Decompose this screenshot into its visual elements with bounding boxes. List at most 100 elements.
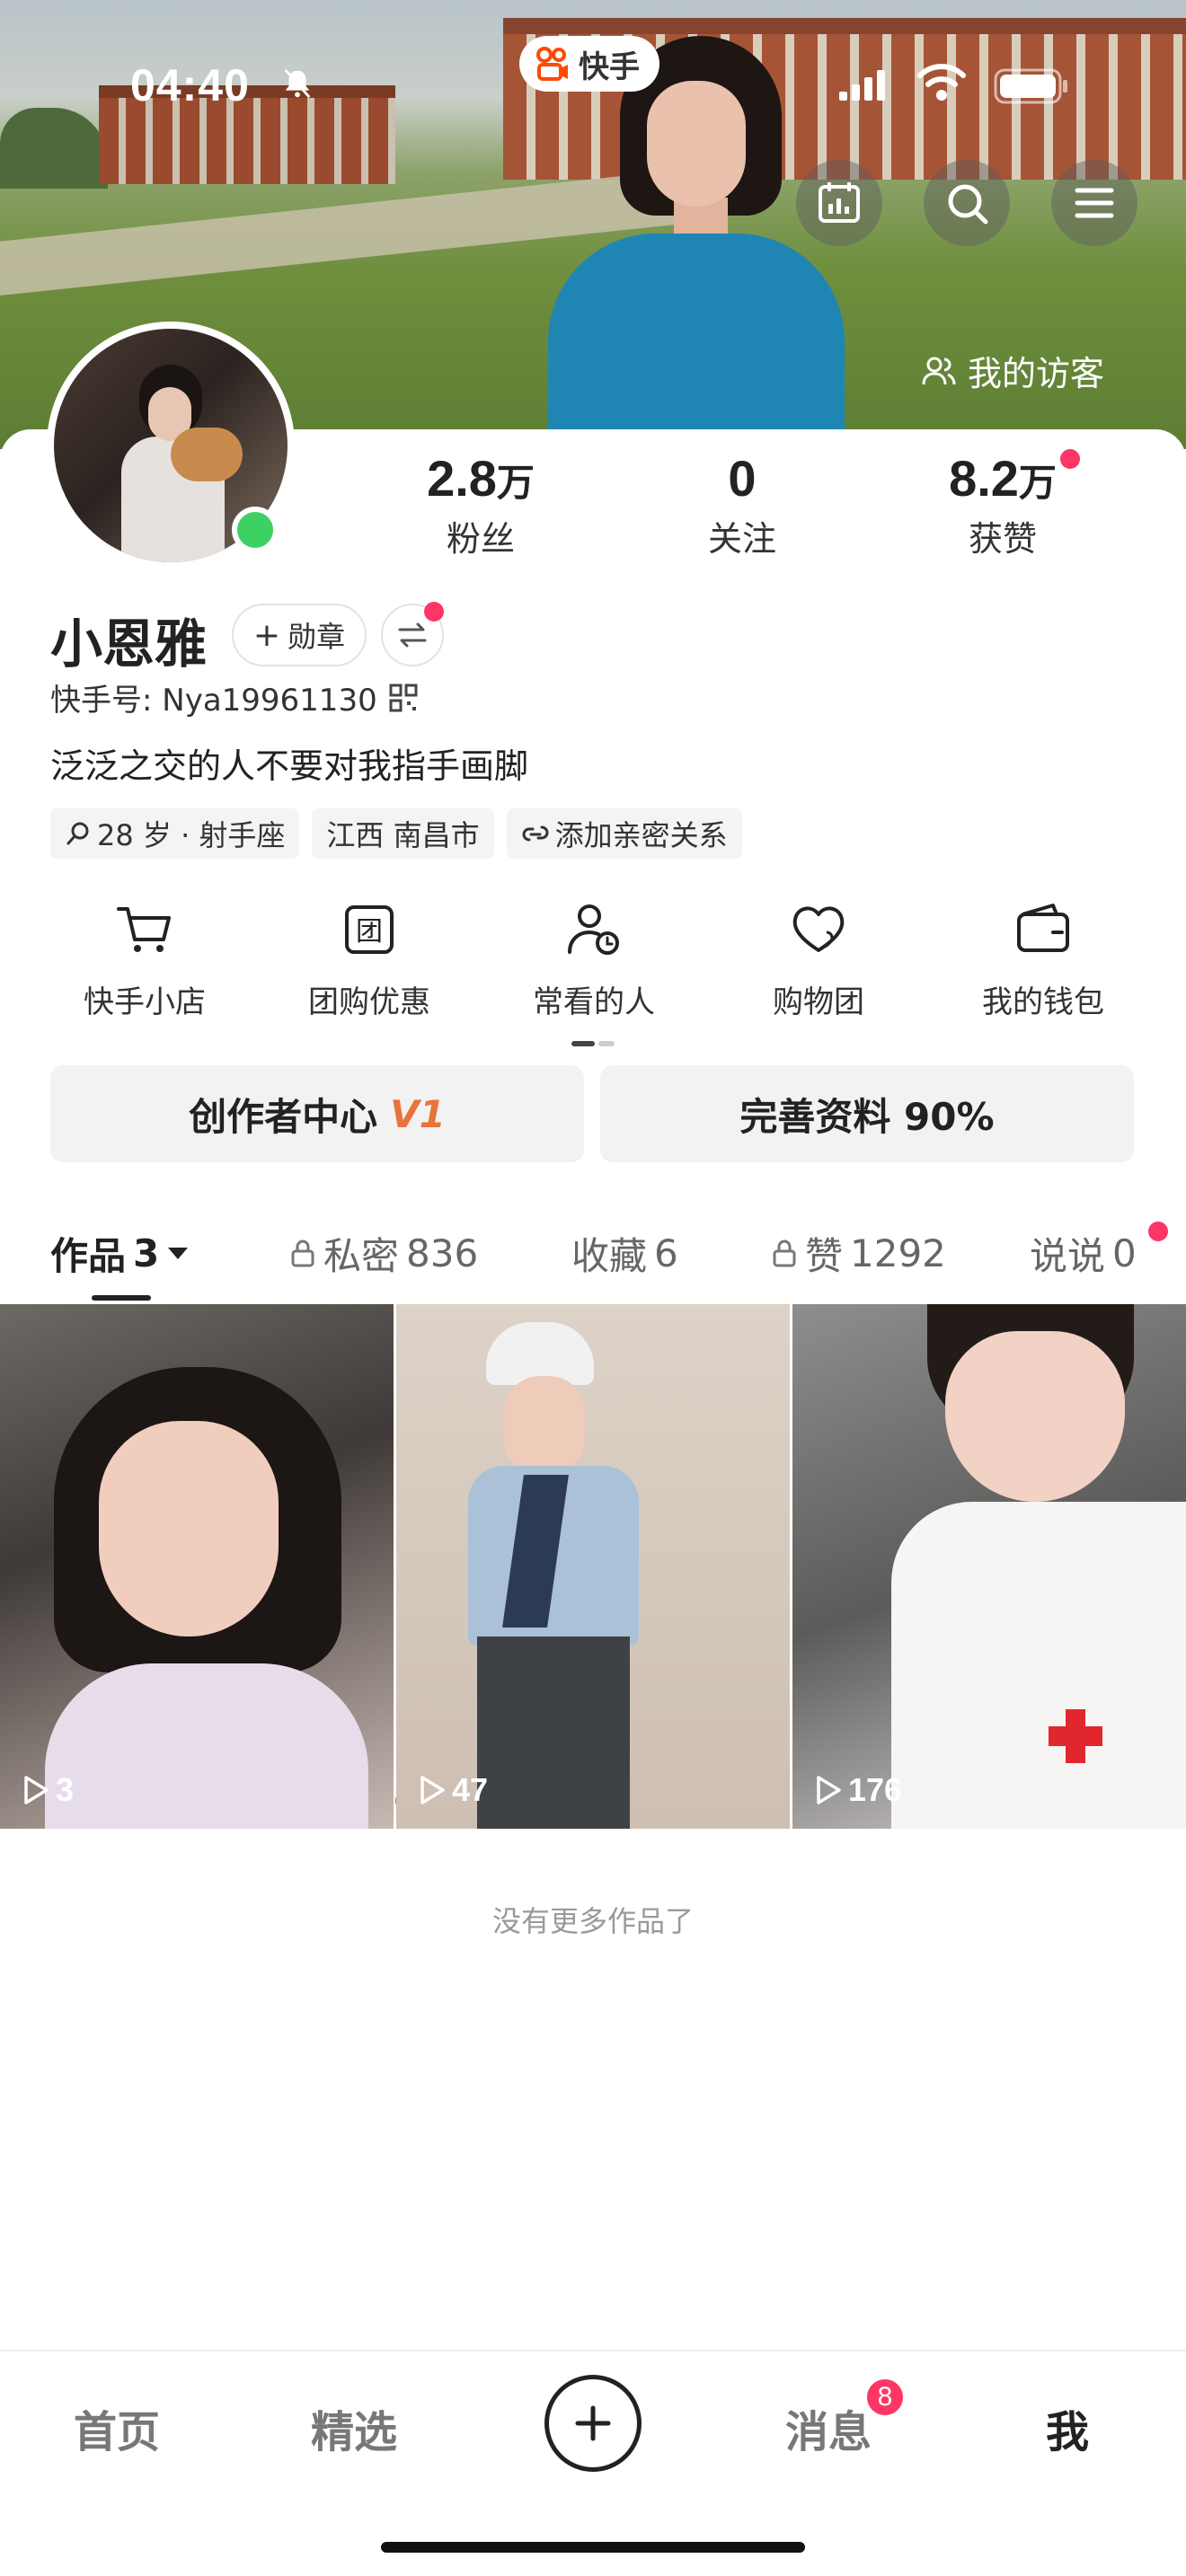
lock-icon: [773, 1239, 796, 1267]
status-bar: 04:40 快手: [0, 0, 1186, 162]
tab-posts-label: 说说: [1030, 1233, 1106, 1278]
svg-text:团: 团: [356, 916, 383, 948]
stat-followers-num: 2.8: [427, 450, 497, 507]
tag-age-text: 28 岁 · 射手座: [97, 818, 286, 852]
wifi-icon: [917, 64, 966, 101]
works-grid: 3 47 176: [0, 1304, 1186, 1829]
work-play-count: 47: [418, 1771, 488, 1809]
profile-tags: 28 岁 · 射手座 江西 南昌市 添加亲密关系: [50, 808, 742, 859]
search-icon: [66, 822, 89, 845]
tab-likes[interactable]: 赞 1292: [771, 1222, 946, 1284]
work-play-count-text: 47: [452, 1771, 489, 1808]
tab-works-count: 3: [133, 1231, 160, 1275]
group-buy-icon: 团: [345, 905, 394, 954]
quick-group-buy-label: 团购优惠: [308, 984, 430, 1020]
user-id[interactable]: 快手号: Nya19961130: [50, 675, 419, 719]
stat-followers-label: 粉丝: [446, 519, 515, 559]
content-tabs: 作品 3 私密 836 收藏 6 赞 1292 说说 0: [0, 1222, 1186, 1302]
play-icon: [817, 1776, 841, 1804]
calendar-button[interactable]: [796, 160, 882, 246]
quick-actions-scroll-indicator: [571, 1033, 615, 1046]
stat-following-label: 关注: [707, 519, 776, 559]
wallet-icon: [1017, 904, 1069, 952]
online-status-dot: [232, 507, 279, 553]
tag-location-text: 江西 南昌市: [326, 818, 480, 852]
work-item[interactable]: 176: [792, 1304, 1186, 1829]
creator-center-button[interactable]: 创作者中心 V1: [50, 1065, 584, 1162]
silent-bell-icon: [284, 68, 311, 99]
badge-button[interactable]: + 勋章: [232, 604, 367, 666]
complete-profile-label: 完善资料 90%: [739, 1094, 995, 1139]
tab-favorites[interactable]: 收藏 6: [571, 1222, 678, 1284]
likes-notification-dot: [1060, 449, 1080, 469]
kuaishou-logo-icon: [536, 47, 568, 81]
quick-shop-label: 快手小店: [84, 984, 206, 1020]
play-icon: [24, 1776, 49, 1804]
tag-location[interactable]: 江西 南昌市: [312, 808, 494, 859]
messages-badge: 8: [864, 2377, 906, 2418]
person-clock-icon: [568, 904, 619, 955]
tab-favorites-label: 收藏: [571, 1233, 648, 1278]
posts-notification-dot: [1148, 1222, 1168, 1241]
quick-shopping-group-label: 购物团: [773, 984, 864, 1020]
link-cloud-icon: [522, 825, 549, 842]
nav-featured[interactable]: 精选: [311, 2396, 397, 2459]
quick-group-buy[interactable]: 团 团购优惠: [257, 898, 482, 1021]
my-visitors-button[interactable]: 我的访客: [921, 346, 1104, 395]
plus-icon: +: [252, 616, 281, 654]
menu-button[interactable]: [1051, 160, 1137, 246]
visitors-icon: [922, 357, 956, 384]
cart-icon: [117, 907, 171, 952]
home-indicator: [381, 2542, 805, 2553]
battery-icon: [994, 68, 1067, 104]
lock-icon: [291, 1239, 314, 1267]
creator-center-label: 创作者中心: [189, 1094, 378, 1139]
tab-works-label: 作品: [50, 1233, 127, 1278]
quick-shopping-group[interactable]: 购物团: [706, 898, 931, 1021]
profile-name: 小恩雅: [50, 613, 208, 675]
swap-arrows-icon: [398, 622, 427, 648]
work-play-count: 176: [814, 1771, 902, 1809]
qr-code-icon: [389, 684, 418, 711]
tab-private[interactable]: 私密 836: [289, 1222, 478, 1284]
stat-following[interactable]: 0 关注: [643, 449, 841, 560]
tab-private-label: 私密: [323, 1233, 400, 1278]
search-button[interactable]: [924, 160, 1010, 246]
tag-relationship-text: 添加亲密关系: [554, 818, 728, 852]
stat-followers-unit: 万: [496, 462, 535, 504]
no-more-works-text: 没有更多作品了: [491, 1904, 694, 1938]
quick-frequent-people[interactable]: 常看的人: [482, 898, 706, 1021]
plus-icon: [575, 2405, 611, 2441]
tab-posts[interactable]: 说说 0: [1030, 1222, 1137, 1284]
play-icon: [420, 1776, 445, 1804]
tab-likes-label: 赞: [805, 1233, 844, 1278]
stat-following-num: 0: [728, 450, 757, 507]
caret-down-icon: [168, 1248, 189, 1259]
quick-wallet-label: 我的钱包: [982, 984, 1104, 1020]
quick-actions: 快手小店 团 团购优惠 常看的人 购物团 我的钱包: [0, 898, 1186, 1811]
tag-add-relationship[interactable]: 添加亲密关系: [506, 808, 742, 859]
nav-me[interactable]: 我: [1046, 2396, 1089, 2459]
status-time: 04:40: [130, 60, 250, 110]
switch-notification-dot: [424, 602, 444, 622]
work-item[interactable]: 47: [396, 1304, 790, 1829]
quick-shop[interactable]: 快手小店: [32, 898, 257, 1021]
stat-likes-unit: 万: [1018, 462, 1057, 504]
hamburger-menu-icon: [1075, 188, 1114, 218]
stat-followers[interactable]: 2.8万 粉丝: [382, 449, 580, 560]
app-pill-label: 快手: [579, 49, 640, 85]
complete-profile-button[interactable]: 完善资料 90%: [600, 1065, 1134, 1162]
tab-private-count: 836: [406, 1231, 479, 1275]
app-pill[interactable]: 快手: [519, 36, 659, 92]
tab-works[interactable]: 作品 3: [50, 1222, 190, 1284]
badge-label: 勋章: [288, 620, 346, 654]
visitor-label: 我的访客: [968, 354, 1105, 393]
tag-age-zodiac[interactable]: 28 岁 · 射手座: [50, 808, 300, 859]
create-button[interactable]: [544, 2375, 642, 2472]
heart-bag-icon: [792, 906, 845, 952]
nav-messages[interactable]: 消息: [785, 2396, 872, 2459]
quick-wallet[interactable]: 我的钱包: [931, 898, 1155, 1021]
tab-posts-count: 0: [1112, 1231, 1137, 1275]
nav-home[interactable]: 首页: [74, 2396, 160, 2459]
work-item[interactable]: 3: [0, 1304, 394, 1829]
